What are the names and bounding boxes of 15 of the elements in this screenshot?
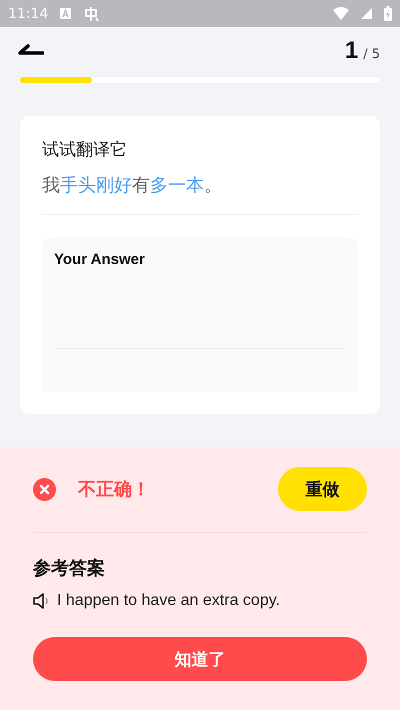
status-time: 11:14 [8,6,48,22]
error-icon [33,478,56,500]
battery-icon [384,6,392,21]
answer-field[interactable]: Your Answer [42,237,358,392]
chinese-sentence: 我手头刚好有多一本。 [42,173,358,215]
result-message: 不正确！ [78,478,150,501]
retry-button[interactable]: 重做 [278,467,367,511]
total-questions: / 5 [363,47,380,62]
question-title: 试试翻译它 [42,139,128,161]
reference-answer: I happen to have an extra copy. [57,592,280,610]
wifi-icon [333,7,349,20]
reference-title: 参考答案 [33,557,106,580]
keyboard-icon [60,8,72,19]
signal-icon [361,8,372,19]
current-question: 1 [344,37,358,65]
